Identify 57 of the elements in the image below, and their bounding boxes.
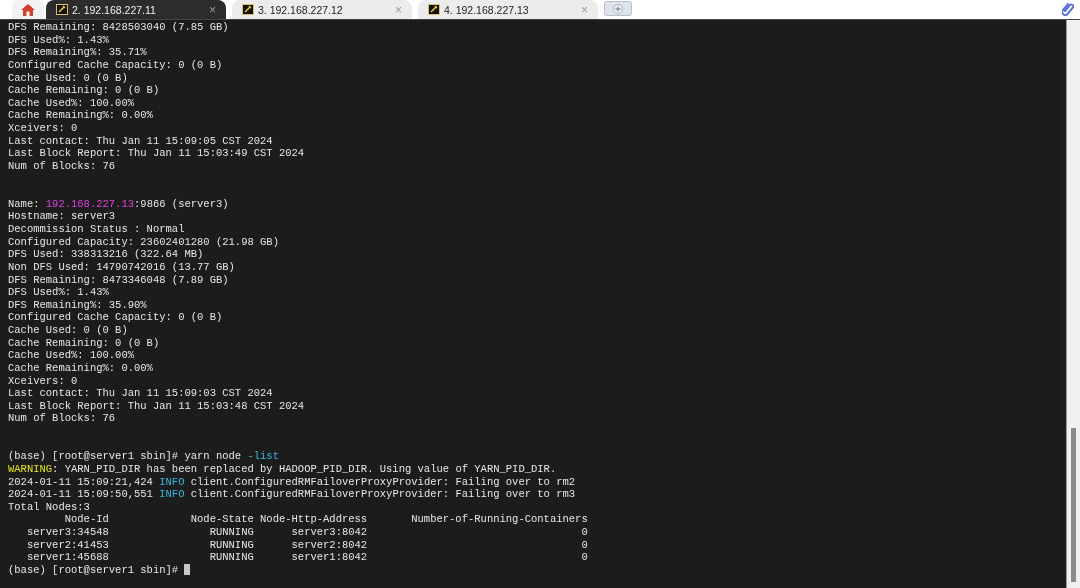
terminal-line: Xceivers: 0 xyxy=(8,374,79,388)
terminal-line: DFS Remaining: 8473346048 (7.89 GB) xyxy=(8,273,230,287)
terminal-output[interactable] xyxy=(0,20,1066,588)
terminal-icon xyxy=(242,4,254,15)
terminal-icon xyxy=(56,4,68,15)
terminal-line: DFS Remaining: 8428503040 (7.85 GB) xyxy=(8,21,230,34)
terminal-line: DFS Remaining%: 35.71% xyxy=(8,46,148,59)
terminal-line: Cache Used%: 100.00% xyxy=(8,96,136,110)
terminal-line: Configured Cache Capacity: 0 (0 B) xyxy=(8,311,224,324)
terminal-line: Node-Id Node-State Node-Http-Address Number-of-Running-Containers xyxy=(63,513,589,526)
close-tab-button[interactable]: × xyxy=(209,2,216,17)
terminal-line: WARNING: YARN_PID_DIR has been replaced by HADOOP_PID_DIR. Using value of YARN_PID_DIR. xyxy=(8,462,558,476)
scrollbar[interactable] xyxy=(1066,20,1080,588)
home-tab[interactable] xyxy=(12,0,44,19)
paperclip-icon[interactable] xyxy=(1062,2,1074,16)
terminal-line: Non DFS Used: 14790742016 (13.77 GB) xyxy=(8,260,236,274)
terminal-line: Total Nodes:3 xyxy=(8,500,91,514)
terminal-line: Last contact: Thu Jan 11 15:09:05 CST 2024 xyxy=(8,134,274,148)
terminal-line: Cache Used: 0 (0 B) xyxy=(8,71,129,85)
terminal-line: server3:34548 RUNNING server3:8042 0 xyxy=(25,526,589,539)
terminal-icon xyxy=(428,4,440,15)
home-icon xyxy=(20,2,36,17)
terminal-line: server2:41453 RUNNING server2:8042 0 xyxy=(25,538,589,552)
terminal-line: DFS Remaining%: 35.90% xyxy=(8,298,148,312)
terminal-line: Cache Remaining: 0 (0 B) xyxy=(8,336,161,350)
terminal-line: DFS Used%: 1.43% xyxy=(8,286,110,299)
terminal-line: Last Block Report: Thu Jan 11 15:03:48 CST 2024 xyxy=(8,399,306,413)
plus-icon xyxy=(613,3,623,14)
terminal-line: Cache Remaining%: 0.00% xyxy=(8,361,154,375)
terminal-line: Cache Used: 0 (0 B) xyxy=(8,324,129,337)
session-tab[interactable]: 2. 192.168.227.11 × xyxy=(46,0,226,19)
terminal-line: 2024-01-11 15:09:50,551 INFO client.ConfiguredRMFailoverProxyProvider: Failing over to rm3 xyxy=(8,488,577,501)
terminal-line: Cache Remaining%: 0.00% xyxy=(8,109,154,122)
terminal-line: DFS Used%: 1.43% xyxy=(8,33,110,47)
terminal-line: (base) [root@server1 sbin]# xyxy=(8,563,1066,577)
terminal-line: (base) [root@server1 sbin]# yarn node -list xyxy=(8,450,280,463)
terminal-line: Last contact: Thu Jan 11 15:09:03 CST 2024 xyxy=(8,387,274,400)
terminal-line: Configured Capacity: 23602401280 (21.98 GB) xyxy=(8,235,280,249)
terminal-line: Hostname: server3 xyxy=(8,210,117,223)
terminal-line: Xceivers: 0 xyxy=(8,122,79,135)
terminal-line: Num of Blocks: 76 xyxy=(8,412,117,425)
tab-label: 4. 192.168.227.13 xyxy=(444,3,530,16)
terminal-line: server1:45688 RUNNING server1:8042 0 xyxy=(25,551,589,564)
terminal-line: Num of Blocks: 76 xyxy=(8,159,117,173)
session-tab[interactable]: 3. 192.168.227.12 × xyxy=(232,0,412,19)
terminal-line: DFS Used: 338313216 (322.64 MB) xyxy=(8,248,205,261)
terminal-line: Name: 192.168.227.13:9866 (server3) xyxy=(8,197,230,211)
terminal-line: 2024-01-11 15:09:21,424 INFO client.ConfiguredRMFailoverProxyProvider: Failing over to rm2 xyxy=(8,475,577,489)
tab-label: 3. 192.168.227.12 xyxy=(258,3,344,16)
session-tab[interactable]: 4. 192.168.227.13 × xyxy=(418,0,598,19)
terminal-line: Cache Remaining: 0 (0 B) xyxy=(8,84,161,97)
terminal-line: Configured Cache Capacity: 0 (0 B) xyxy=(8,58,224,72)
terminal-line: Last Block Report: Thu Jan 11 15:03:49 CST 2024 xyxy=(8,147,306,160)
scrollbar-thumb[interactable] xyxy=(1071,428,1076,582)
terminal-line: Cache Used%: 100.00% xyxy=(8,349,136,362)
tab-label: 2. 192.168.227.11 xyxy=(72,3,157,16)
terminal-line: Decommission Status : Normal xyxy=(8,223,186,236)
